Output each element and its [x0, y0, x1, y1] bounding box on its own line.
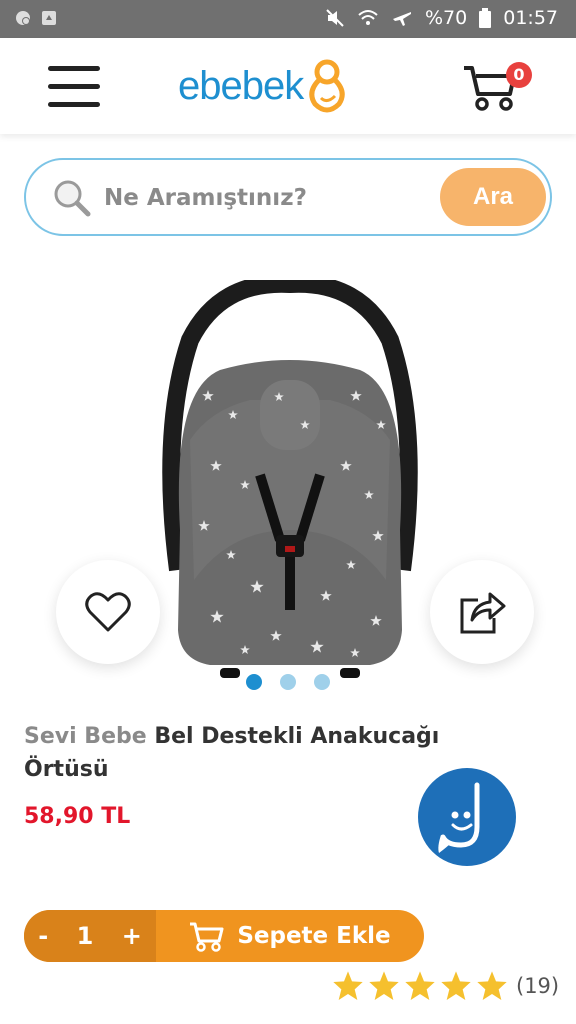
heart-icon	[85, 592, 131, 632]
quantity-stepper[interactable]: - 1 +	[24, 910, 156, 962]
search-input[interactable]	[104, 178, 424, 218]
gallery-dot-3[interactable]	[314, 674, 330, 690]
wifi-icon	[357, 8, 379, 28]
menu-button[interactable]	[48, 66, 102, 108]
recycle-icon	[40, 9, 58, 27]
share-icon	[460, 592, 506, 634]
cart-count-badge: 0	[506, 62, 532, 88]
notification-icon	[14, 9, 32, 27]
star-icon	[333, 971, 363, 1000]
clock: 01:57	[503, 7, 558, 29]
stroller-cart-icon	[190, 922, 224, 952]
gallery-pagination	[0, 674, 576, 690]
mute-icon	[325, 8, 345, 28]
quantity-increase-button[interactable]: +	[122, 922, 142, 950]
status-bar: %70 01:57	[0, 0, 576, 38]
product-brand[interactable]: Sevi Bebe	[24, 724, 147, 749]
favorite-button[interactable]	[56, 560, 160, 664]
review-count[interactable]: (19)	[516, 974, 559, 998]
quantity-decrease-button[interactable]: -	[38, 922, 48, 950]
search-bar: Ara	[24, 158, 552, 236]
star-icon	[441, 971, 471, 1000]
product-title: Sevi Bebe Bel Destekli Anakucağı Örtüsü	[24, 720, 494, 786]
chat-face-icon	[438, 782, 480, 853]
ebebek-logo[interactable]: ebebek	[178, 56, 349, 116]
gallery-dot-2[interactable]	[280, 674, 296, 690]
airplane-icon	[391, 8, 413, 28]
logo-text: ebebek	[178, 63, 304, 108]
product-rating[interactable]: (19)	[332, 970, 559, 1002]
gallery-dot-1[interactable]	[246, 674, 262, 690]
battery-percent: %70	[425, 7, 468, 29]
star-icon	[477, 971, 507, 1000]
cart-button[interactable]: 0	[462, 58, 536, 118]
app-header: ebebek 0	[0, 38, 576, 134]
logo-mark-icon	[309, 59, 345, 113]
share-button[interactable]	[430, 560, 534, 664]
add-to-cart-label: Sepete Ekle	[237, 923, 391, 949]
star-icon	[369, 971, 399, 1000]
product-image[interactable]	[150, 280, 430, 680]
add-to-cart-bar: - 1 + Sepete Ekle	[24, 910, 424, 962]
product-price: 58,90 TL	[24, 804, 131, 829]
battery-icon	[479, 8, 492, 28]
product-gallery[interactable]	[0, 260, 576, 700]
search-icon	[52, 178, 92, 222]
add-to-cart-button[interactable]: Sepete Ekle	[156, 910, 424, 962]
quantity-value: 1	[76, 922, 94, 950]
star-icon	[405, 971, 435, 1000]
search-button[interactable]: Ara	[440, 168, 546, 226]
support-chat-button[interactable]	[418, 768, 516, 866]
